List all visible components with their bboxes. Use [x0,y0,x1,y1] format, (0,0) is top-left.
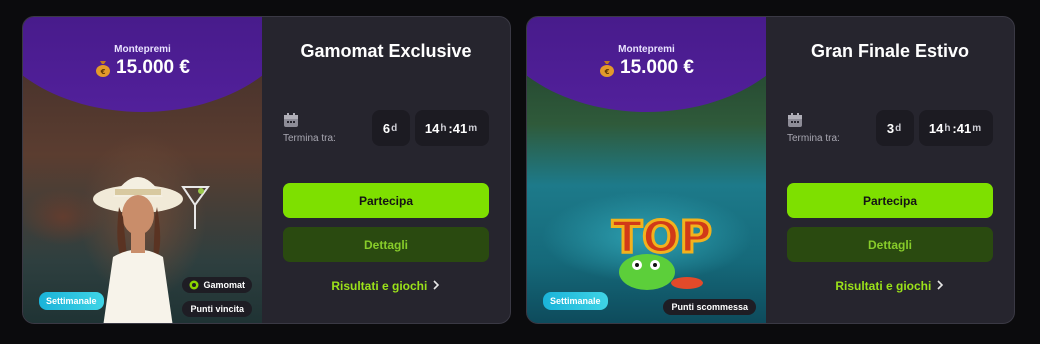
countdown-time: 14 h:41 m [415,110,489,146]
countdown-days: 3d [876,110,914,146]
provider-logo-icon [189,280,199,290]
svg-text:TOP: TOP [612,212,712,263]
game-logo-illustration: TOP [611,211,713,290]
ends-label: Termina tra: [283,133,336,144]
period-badge: Settimanale [543,292,608,310]
provider-chip: Gamomat [182,277,252,293]
calendar-icon [284,113,298,127]
provider-name: Gamomat [203,280,245,290]
svg-text:€: € [100,68,106,76]
calendar-icon [788,113,802,127]
tournament-image[interactable]: TOP Montepremi € 15.000 € Settimanale Pu… [527,17,766,323]
chevron-right-icon [937,280,943,290]
money-bag-icon: € [96,61,111,77]
tournament-image[interactable]: Montepremi € 15.000 € Settimanale Gamoma… [23,17,262,323]
svg-text:€: € [604,68,610,76]
prize-pool: Montepremi € 15.000 € [527,44,766,79]
details-button[interactable]: Dettagli [787,227,993,262]
prize-label: Montepremi [618,44,675,55]
period-badge: Settimanale [39,292,104,310]
results-link[interactable]: Risultati e giochi [766,279,1014,293]
results-link[interactable]: Risultati e giochi [262,279,510,293]
countdown-days: 6d [372,110,410,146]
money-bag-icon: € [600,61,615,77]
prize-amount: 15.000 € [116,57,190,78]
join-button[interactable]: Partecipa [787,183,993,218]
tournament-info: Gran Finale Estivo Termina tra: 3d 14 h:4… [766,17,1014,323]
join-button[interactable]: Partecipa [283,183,489,218]
tournament-card[interactable]: TOP Montepremi € 15.000 € Settimanale Pu… [526,16,1015,324]
prize-pool: Montepremi € 15.000 € [23,44,262,79]
character-illustration [93,177,210,323]
points-type-chip: Punti vincita [182,301,252,317]
tournament-card[interactable]: Montepremi € 15.000 € Settimanale Gamoma… [22,16,511,324]
chevron-right-icon [433,280,439,290]
prize-amount: 15.000 € [620,57,694,78]
tournament-title: Gamomat Exclusive [300,41,472,61]
prize-label: Montepremi [114,44,171,55]
ends-label: Termina tra: [787,133,840,144]
points-type-chip: Punti scommessa [663,299,756,315]
countdown-time: 14 h:41 m [919,110,993,146]
tournament-info: Gamomat Exclusive Termina tra: 6d 14 h:41… [262,17,510,323]
tournament-title: Gran Finale Estivo [810,41,970,61]
details-button[interactable]: Dettagli [283,227,489,262]
